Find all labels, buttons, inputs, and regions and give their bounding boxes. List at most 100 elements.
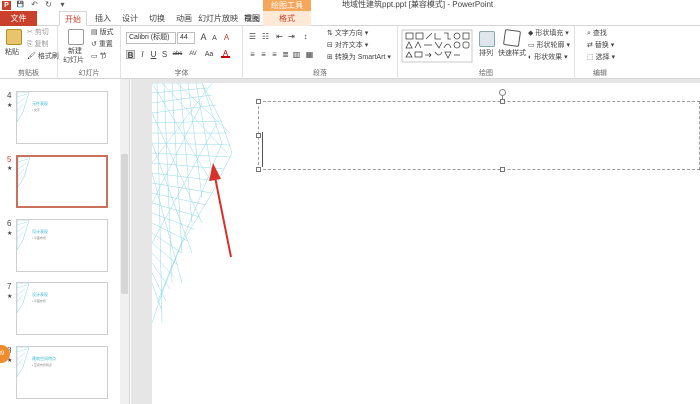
format-painter-button[interactable]: 🖌 格式刷	[27, 52, 59, 61]
columns-icon[interactable]: ▦	[305, 50, 314, 59]
slide-thumbnail-selected[interactable]	[16, 155, 108, 208]
resize-handle-sw[interactable]	[256, 167, 261, 172]
resize-handle-n[interactable]	[500, 99, 505, 104]
font-color-button[interactable]: A	[221, 49, 230, 58]
paragraph-group: ☰ ☷ ⇤ ⇥ ↕ ≡ ≡ ≡ ≣ ▥ ▦ ⇅ 文字方向 ▾ ⊟ 对齐文本 ▾ …	[243, 26, 398, 79]
tab-format[interactable]: 格式	[263, 11, 311, 26]
slides-panel: 4 ★ 元件表现 • 文字 5 ★ 6 ★ 设计表现 • 平面布局 7 ★ 设计…	[0, 79, 130, 404]
strikethrough-button[interactable]: abc	[171, 50, 184, 59]
shapes-gallery[interactable]	[401, 28, 473, 64]
resize-handle-s[interactable]	[500, 167, 505, 172]
find-button[interactable]: ⌕ 查找	[587, 29, 607, 38]
distributed-icon[interactable]: ▥	[292, 50, 301, 59]
copy-button[interactable]: ⎘ 复制	[27, 40, 49, 49]
paragraph-group-label: 段落	[313, 70, 327, 77]
thumbnail-title: 设计表现	[32, 292, 48, 297]
shape-outline-button[interactable]: ▭ 形状轮廓 ▾	[528, 41, 570, 50]
slide-thumbnail[interactable]: 设计表现 • 平面布局	[16, 219, 108, 272]
shape-fill-button[interactable]: ◆ 形状填充 ▾	[528, 29, 569, 38]
undo-icon[interactable]: ↶	[30, 1, 39, 9]
numbering-icon[interactable]: ☷	[261, 32, 270, 41]
quick-styles-button[interactable]: 快速样式	[498, 49, 526, 58]
tab-animations[interactable]: 动画	[170, 11, 198, 26]
thumbnail-line: • 平面布局	[32, 299, 46, 303]
bold-button[interactable]: B	[126, 50, 135, 60]
replace-button[interactable]: ⇄ 替换 ▾	[587, 41, 614, 50]
tab-home[interactable]: 开始	[59, 11, 87, 26]
new-slide-icon[interactable]	[68, 29, 84, 45]
shadow-button[interactable]: S	[160, 50, 169, 59]
slide-number: 7	[7, 282, 12, 291]
tab-view[interactable]: 视图	[240, 11, 264, 26]
line-spacing-icon[interactable]: ↕	[301, 32, 310, 41]
grow-font-button[interactable]: A	[199, 33, 208, 42]
customize-qat-icon[interactable]: ▾	[58, 1, 67, 9]
paste-button[interactable]: 粘贴	[5, 48, 19, 57]
animation-star-icon: ★	[7, 231, 13, 237]
editing-group: ⌕ 查找 ⇄ 替换 ▾ ⬚ 选择 ▾ 编辑	[575, 26, 625, 79]
slide-thumbnail[interactable]: 建筑空间特点 • 空间布局特点	[16, 346, 108, 399]
increase-indent-icon[interactable]: ⇥	[287, 32, 296, 41]
decoration-icon	[17, 347, 29, 378]
thumbnail-line: • 空间布局特点	[32, 363, 52, 367]
tab-file[interactable]: 文件	[0, 11, 37, 26]
ribbon-tabs: 文件 开始 插入 设计 切换 动画 幻灯片放映 审阅 格式	[0, 11, 700, 26]
arrange-icon[interactable]	[479, 31, 495, 47]
font-group-label: 字体	[174, 70, 189, 77]
bullets-icon[interactable]: ☰	[248, 32, 257, 41]
slide-thumbnail[interactable]: 设计表现 • 平面布局	[16, 282, 108, 335]
paste-icon[interactable]	[6, 29, 22, 45]
resize-handle-w[interactable]	[256, 133, 261, 138]
tab-insert[interactable]: 插入	[89, 11, 117, 26]
ribbon: 粘贴 ✂ 剪切 ⎘ 复制 🖌 格式刷 剪贴板 新建 幻灯片 ▤ 版式 ↺ 重置 …	[0, 26, 700, 79]
character-spacing-button[interactable]: AV	[187, 50, 199, 59]
quick-styles-icon[interactable]	[502, 28, 522, 48]
thumbnail-line: • 平面布局	[32, 236, 46, 240]
justify-icon[interactable]: ≣	[281, 50, 290, 59]
text-direction-button[interactable]: ⇅ 文字方向 ▾	[327, 29, 368, 38]
section-button[interactable]: ▭ 节	[91, 52, 107, 61]
shape-effects-button[interactable]: ◐ 形状效果 ▾	[528, 53, 568, 62]
drawing-group: 排列 快速样式 ◆ 形状填充 ▾ ▭ 形状轮廓 ▾ ◐ 形状效果 ▾ 绘图	[398, 26, 575, 79]
font-name-select[interactable]: Calibri (标题)	[126, 32, 176, 44]
reset-button[interactable]: ↺ 重置	[91, 40, 113, 49]
tab-design[interactable]: 设计	[116, 11, 144, 26]
italic-button[interactable]: I	[138, 50, 147, 59]
decoration-icon	[17, 92, 29, 123]
align-center-icon[interactable]: ≡	[259, 50, 268, 59]
font-group: Calibri (标题) 44 A A A B I U S abc AV Aa …	[121, 26, 243, 79]
decoration-icon	[17, 283, 29, 314]
selected-textbox[interactable]	[258, 101, 700, 170]
new-slide-label-2[interactable]: 幻灯片	[63, 56, 84, 65]
rotate-handle[interactable]	[499, 89, 506, 96]
decoration-icon	[17, 220, 29, 251]
resize-handle-nw[interactable]	[256, 99, 261, 104]
shrink-font-button[interactable]: A	[210, 34, 219, 43]
underline-button[interactable]: U	[149, 50, 158, 59]
tab-transitions[interactable]: 切换	[143, 11, 171, 26]
powerpoint-logo-icon: P	[2, 0, 11, 10]
layout-button[interactable]: ▤ 版式	[91, 28, 114, 37]
smartart-button[interactable]: ⊞ 转换为 SmartArt ▾	[327, 53, 391, 62]
slide-number: 5	[7, 155, 12, 164]
redo-icon[interactable]: ↻	[44, 1, 53, 9]
editing-group-label: 编辑	[593, 70, 607, 77]
align-right-icon[interactable]: ≡	[270, 50, 279, 59]
clear-format-button[interactable]: A	[222, 33, 231, 42]
decrease-indent-icon[interactable]: ⇤	[275, 32, 284, 41]
align-left-icon[interactable]: ≡	[248, 50, 257, 59]
tab-slideshow[interactable]: 幻灯片放映	[198, 11, 238, 26]
font-size-select[interactable]: 44	[177, 32, 195, 44]
save-icon[interactable]: 💾	[16, 1, 25, 9]
arrange-button[interactable]: 排列	[479, 49, 493, 58]
change-case-button[interactable]: Aa	[203, 50, 215, 59]
new-slide-label[interactable]: 新建	[68, 47, 82, 56]
align-text-button[interactable]: ⊟ 对齐文本 ▾	[327, 41, 368, 50]
title-bar: P 💾 ↶ ↻ ▾ 地域性建筑ppt.ppt [兼容模式] - PowerPoi…	[0, 0, 700, 10]
clipboard-group-label: 剪贴板	[18, 70, 39, 77]
slide-thumbnail[interactable]: 元件表现 • 文字	[16, 91, 108, 144]
scrollbar-thumb[interactable]	[121, 154, 128, 294]
select-button[interactable]: ⬚ 选择 ▾	[587, 53, 615, 62]
cut-button[interactable]: ✂ 剪切	[27, 28, 49, 37]
drawing-group-label: 绘图	[479, 70, 493, 77]
